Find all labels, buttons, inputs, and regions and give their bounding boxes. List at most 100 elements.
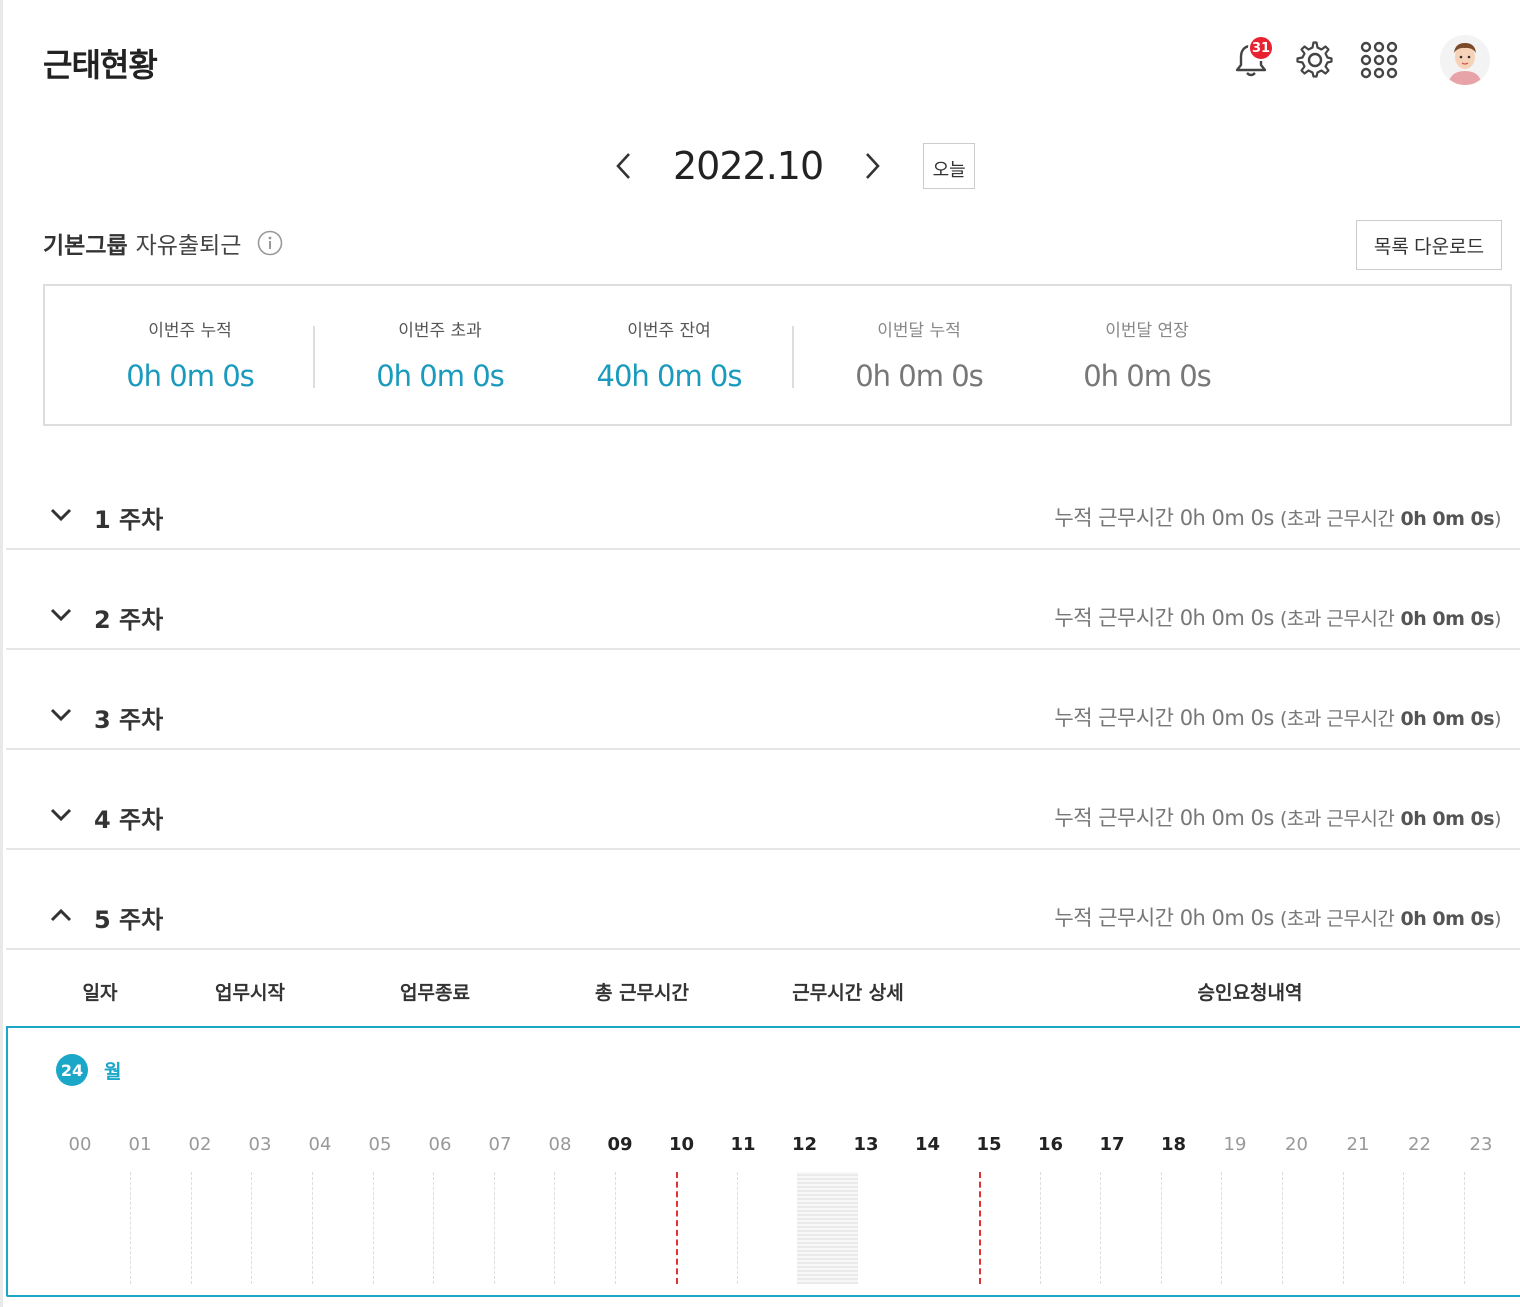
hour-label: 07 <box>488 1134 512 1155</box>
hour-label: 22 <box>1408 1134 1431 1155</box>
hour-label: 05 <box>368 1134 392 1155</box>
hour-label: 04 <box>308 1134 332 1155</box>
hour-label: 16 <box>1037 1134 1064 1155</box>
week-over-label: (초과 근무시간 <box>1280 708 1395 730</box>
stat-week-total: 이번주 누적 0h 0m 0s <box>65 316 315 393</box>
next-month-button[interactable] <box>853 141 893 191</box>
chevron-right-icon <box>866 153 880 179</box>
col-date: 일자 <box>82 982 118 1004</box>
stat-week-remaining: 이번주 잔여 40h 0m 0s <box>544 316 794 393</box>
hour-gridline <box>554 1172 555 1284</box>
week-summary: 누적 근무시간 0h 0m 0s (초과 근무시간 0h 0m 0s) <box>1054 802 1501 832</box>
hour-gridline <box>130 1172 131 1284</box>
week-over-value: 0h 0m 0s <box>1400 708 1495 730</box>
week-summary: 누적 근무시간 0h 0m 0s (초과 근무시간 0h 0m 0s) <box>1054 602 1501 632</box>
info-icon[interactable] <box>257 230 283 256</box>
week-over-label: (초과 근무시간 <box>1280 608 1395 630</box>
week-over-close: ) <box>1494 508 1501 530</box>
week-row[interactable]: 1 주차 누적 근무시간 0h 0m 0s (초과 근무시간 0h 0m 0s) <box>6 450 1520 550</box>
col-start: 업무시작 <box>215 982 285 1004</box>
break-time-block <box>797 1172 858 1284</box>
day-row[interactable]: 24 월 00 01 02 03 04 05 06 07 08 09 10 11 12 13 14 15 16 1… <box>6 1026 1520 1297</box>
week-row[interactable]: 3 주차 누적 근무시간 0h 0m 0s (초과 근무시간 0h 0m 0s) <box>6 650 1520 750</box>
hour-gridline <box>251 1172 252 1284</box>
hour-gridline <box>737 1172 738 1284</box>
group-name: 기본그룹 <box>43 233 128 259</box>
week-sum-label: 누적 근무시간 <box>1054 806 1174 830</box>
chevron-down-icon[interactable] <box>46 700 76 730</box>
page-frame: 근태현황 31 2022.10 오늘 기본그룹 자유출퇴근 목록 다운로드 이번… <box>0 0 1520 1307</box>
hour-label: 01 <box>128 1134 152 1155</box>
chevron-down-icon[interactable] <box>46 500 76 530</box>
week-over-label: (초과 근무시간 <box>1280 508 1395 530</box>
stat-label: 이번주 누적 <box>148 321 232 341</box>
hour-label: 11 <box>730 1134 756 1155</box>
hour-label: 10 <box>668 1134 695 1155</box>
settings-button[interactable] <box>1292 37 1338 83</box>
stat-month-total: 이번달 누적 0h 0m 0s <box>794 316 1044 393</box>
avatar[interactable] <box>1440 35 1490 85</box>
core-time-marker <box>676 1172 678 1284</box>
notification-button[interactable]: 31 <box>1228 35 1274 83</box>
hour-gridline <box>312 1172 313 1284</box>
week-over-value: 0h 0m 0s <box>1400 608 1495 630</box>
hour-label: 23 <box>1469 1134 1493 1155</box>
prev-month-button[interactable] <box>603 141 643 191</box>
chevron-down-icon[interactable] <box>46 600 76 630</box>
stat-week-over: 이번주 초과 0h 0m 0s <box>315 316 565 393</box>
apps-grid-icon <box>1360 41 1398 79</box>
stat-label: 이번달 누적 <box>877 321 961 341</box>
stat-value: 0h 0m 0s <box>126 359 255 393</box>
week-summary: 누적 근무시간 0h 0m 0s (초과 근무시간 0h 0m 0s) <box>1054 502 1501 532</box>
hour-gridline <box>494 1172 495 1284</box>
current-month: 2022.10 <box>673 144 824 188</box>
stat-value: 0h 0m 0s <box>1083 359 1212 393</box>
apps-button[interactable] <box>1356 37 1402 83</box>
hour-gridline <box>1403 1172 1404 1284</box>
header-icons: 31 <box>1228 30 1490 90</box>
week-sum-label: 누적 근무시간 <box>1054 906 1174 930</box>
hour-gridline <box>191 1172 192 1284</box>
page-title: 근태현황 <box>43 46 158 84</box>
week-over-close: ) <box>1494 808 1501 830</box>
week-title: 3 주차 <box>94 706 164 734</box>
today-button[interactable]: 오늘 <box>923 143 976 189</box>
week-row-expanded[interactable]: 5 주차 누적 근무시간 0h 0m 0s (초과 근무시간 0h 0m 0s) <box>6 850 1520 950</box>
week-title: 5 주차 <box>94 906 164 934</box>
hour-gridline <box>615 1172 616 1284</box>
download-list-button[interactable]: 목록 다운로드 <box>1356 220 1502 270</box>
week-over-value: 0h 0m 0s <box>1400 808 1495 830</box>
week-title: 4 주차 <box>94 806 164 834</box>
stat-label: 이번주 초과 <box>398 321 482 341</box>
week-over-value: 0h 0m 0s <box>1400 908 1495 930</box>
hour-label: 03 <box>248 1134 272 1155</box>
week-sum-label: 누적 근무시간 <box>1054 606 1174 630</box>
day-weekday: 월 <box>104 1061 122 1083</box>
week-title: 1 주차 <box>94 506 164 534</box>
hour-gridline <box>1161 1172 1162 1284</box>
hour-label: 02 <box>188 1134 212 1155</box>
week-summary: 누적 근무시간 0h 0m 0s (초과 근무시간 0h 0m 0s) <box>1054 902 1501 932</box>
col-approval: 승인요청내역 <box>1197 982 1303 1004</box>
chevron-down-icon[interactable] <box>46 800 76 830</box>
week-row[interactable]: 2 주차 누적 근무시간 0h 0m 0s (초과 근무시간 0h 0m 0s) <box>6 550 1520 650</box>
stat-value: 0h 0m 0s <box>855 359 984 393</box>
table-header: 일자 업무시작 업무종료 총 근무시간 근무시간 상세 승인요청내역 <box>6 950 1520 1026</box>
hour-gridline <box>1464 1172 1465 1284</box>
week-over-label: (초과 근무시간 <box>1280 908 1395 930</box>
group-work-type: 자유출퇴근 <box>135 233 242 259</box>
chevron-left-icon <box>616 153 630 179</box>
week-over-close: ) <box>1494 608 1501 630</box>
week-title: 2 주차 <box>94 606 164 634</box>
hour-gridline <box>1100 1172 1101 1284</box>
stat-month-extended: 이번달 연장 0h 0m 0s <box>1022 316 1272 393</box>
notification-badge: 31 <box>1248 35 1274 61</box>
hour-label: 15 <box>976 1134 1002 1155</box>
week-row[interactable]: 4 주차 누적 근무시간 0h 0m 0s (초과 근무시간 0h 0m 0s) <box>6 750 1520 850</box>
stat-label: 이번주 잔여 <box>627 321 711 341</box>
week-over-label: (초과 근무시간 <box>1280 808 1395 830</box>
week-over-close: ) <box>1494 708 1501 730</box>
col-end: 업무종료 <box>400 982 470 1004</box>
stat-value: 40h 0m 0s <box>596 359 743 393</box>
chevron-up-icon[interactable] <box>46 900 76 930</box>
